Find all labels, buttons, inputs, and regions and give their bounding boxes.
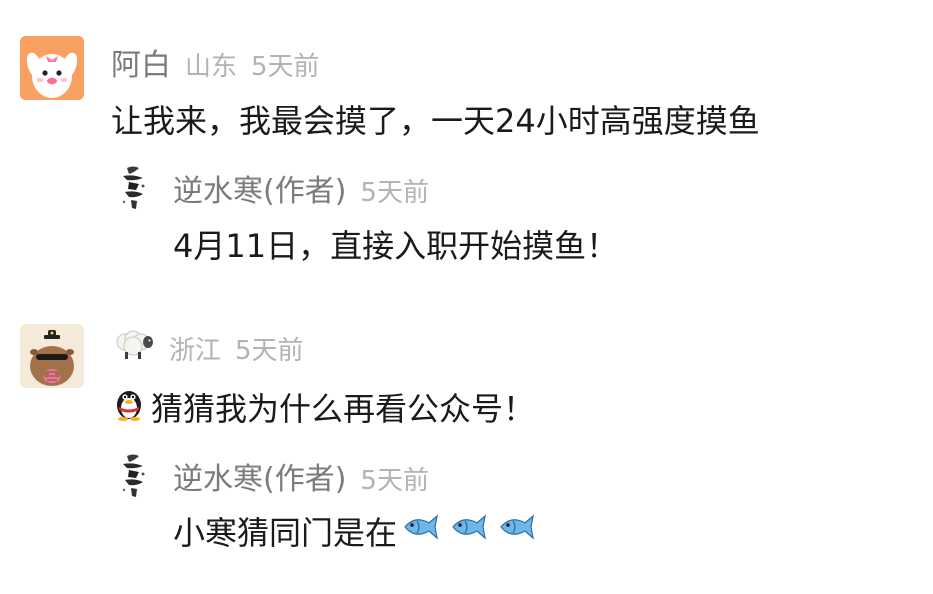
avatar[interactable]: [113, 162, 157, 214]
timestamp: 5天前: [251, 52, 320, 82]
bunny-avatar-icon: [20, 36, 84, 100]
capybara-avatar-icon: [20, 324, 84, 388]
avatar[interactable]: [20, 36, 84, 100]
avatar[interactable]: [20, 324, 84, 388]
reply-text: 小寒猜同门是在: [173, 514, 398, 552]
reply-text-row: 小寒猜同门是在: [173, 508, 537, 554]
fish-emoji-icon: [497, 512, 537, 550]
comment-text-row: 猜猜我为什么再看公众号！: [111, 384, 535, 430]
timestamp: 5天前: [235, 335, 304, 366]
timestamp: 5天前: [360, 466, 429, 496]
calligraphy-avatar-icon: [113, 162, 157, 214]
location-label: 浙江: [169, 335, 222, 366]
comment-item: 阿白 山东 5天前 让我来，我最会摸了，一天24小时高强度摸鱼 逆水寒(作者) …: [0, 0, 933, 290]
comment-item: 浙江 5天前 猜猜我为什么再看公众号！ 逆水寒(作者) 5天前 小寒猜同门是在: [0, 300, 933, 594]
location-label: 山东: [185, 52, 238, 82]
calligraphy-avatar-icon: [113, 450, 157, 502]
fish-emoji-icon: [449, 512, 489, 550]
comment-meta: 阿白 山东 5天前: [111, 40, 320, 84]
author-name[interactable]: 逆水寒(作者): [173, 166, 346, 210]
fish-emoji-icon: [401, 512, 441, 550]
reply-text: 4月11日，直接入职开始摸鱼！: [173, 227, 619, 265]
avatar[interactable]: [113, 450, 157, 502]
comment-meta: 浙江 5天前: [111, 328, 304, 368]
comment-text: 猜猜我为什么再看公众号！: [151, 390, 536, 428]
qq-penguin-icon: [111, 385, 147, 429]
reply-meta: 逆水寒(作者) 5天前: [173, 454, 429, 498]
reply-meta: 逆水寒(作者) 5天前: [173, 166, 429, 210]
sheep-emoji-icon[interactable]: [111, 328, 155, 368]
author-name[interactable]: 逆水寒(作者): [173, 454, 346, 498]
timestamp: 5天前: [360, 178, 429, 208]
comment-text: 让我来，我最会摸了，一天24小时高强度摸鱼: [111, 102, 760, 140]
author-name[interactable]: 阿白: [111, 40, 171, 84]
